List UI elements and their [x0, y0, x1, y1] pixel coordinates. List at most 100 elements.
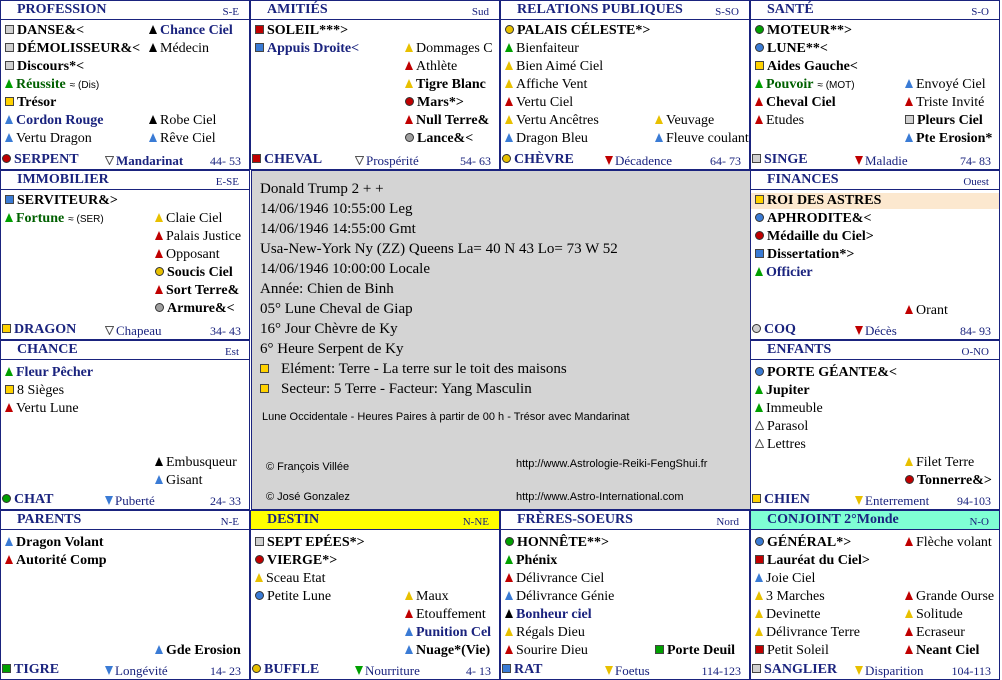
- star-item: Sourire Dieu: [505, 643, 588, 659]
- star-name: MOTEUR**>: [767, 23, 852, 38]
- triangle-icon: [405, 115, 413, 124]
- house-footer: TIGRE Longévité 14- 23: [1, 662, 249, 679]
- triangle-icon: [405, 591, 413, 600]
- star-name: Phénix: [516, 553, 558, 568]
- star-name: Petit Soleil: [767, 643, 829, 658]
- stage-name: Mandarinat: [116, 153, 184, 168]
- animal-name: RAT: [514, 662, 543, 677]
- star-item: GÉNÉRAL*>: [755, 535, 851, 551]
- star-name: Triste Invité: [916, 95, 985, 110]
- star-name: Sort Terre&: [166, 283, 240, 298]
- star-name: Autorité Comp: [16, 553, 107, 568]
- triangle-icon: [505, 627, 513, 636]
- house-parents: PARENTS N-E Dragon Volant Autorité Comp Gde …: [0, 510, 250, 680]
- down-triangle-icon: [855, 666, 863, 675]
- house-direction: Ouest: [963, 176, 989, 188]
- square-icon: [752, 494, 761, 503]
- star-name: Porte Deuil: [667, 643, 736, 658]
- triangle-icon: [755, 267, 763, 276]
- square-icon: [255, 43, 264, 52]
- star-name: Lettres: [767, 437, 806, 452]
- star-item: Petit Soleil: [755, 643, 829, 659]
- star-item: Jupiter: [755, 383, 810, 399]
- star-name: Délivrance Ciel: [516, 571, 605, 586]
- star-name: Pouvoir: [766, 77, 814, 92]
- stage-name: Foetus: [615, 663, 650, 678]
- star-name: Gde Erosion: [166, 643, 241, 658]
- star-item: Bienfaiteur: [505, 41, 579, 57]
- star-item: Fortune ≈ (SER): [5, 211, 104, 228]
- circle-icon: [502, 154, 511, 163]
- star-name: Embusqueur: [166, 455, 237, 470]
- house-footer: SERPENT Mandarinat 44- 53: [1, 152, 249, 169]
- stage-name: Décadence: [615, 153, 673, 168]
- circle-icon: [255, 591, 264, 600]
- house-footer: CHEVAL Prospérité 54- 63: [251, 152, 499, 169]
- house-header: CONJOINT 2°Monde N-O: [751, 511, 999, 530]
- star-item: Dissertation*>: [755, 247, 854, 263]
- star-name: Punition Cel: [416, 625, 492, 640]
- triangle-icon: [149, 43, 157, 52]
- down-triangle-icon: [105, 666, 113, 675]
- triangle-icon: [405, 645, 413, 654]
- triangle-icon: [505, 591, 513, 600]
- triangle-icon: [149, 25, 157, 34]
- circle-icon: [755, 231, 764, 240]
- star-name: Ecraseur: [916, 625, 965, 640]
- star-name: Soucis Ciel: [167, 265, 233, 280]
- house-footer: CHIEN Enterrement 94-103: [751, 492, 999, 509]
- star-item: Gde Erosion: [155, 643, 241, 659]
- secteur-text: Secteur: 5 Terre - Facteur: Yang Masculi…: [281, 381, 532, 397]
- star-item: Athlète: [405, 59, 457, 75]
- triangle-icon: [405, 609, 413, 618]
- age-range: 44- 53: [210, 154, 241, 168]
- star-name: Nuage*(Vie): [416, 643, 491, 658]
- triangle-icon: [755, 627, 763, 636]
- triangle-icon: [755, 591, 763, 600]
- star-name: Vertu Lune: [16, 401, 79, 416]
- square-icon: [252, 154, 261, 163]
- stage-label: Nourriture: [355, 663, 420, 679]
- star-name: Neant Ciel: [916, 643, 980, 658]
- stage-name: Maladie: [865, 153, 908, 168]
- triangle-icon: [149, 115, 157, 124]
- star-name: VIERGE*>: [267, 553, 338, 568]
- star-item: Etudes: [755, 113, 804, 129]
- house-enfants: ENFANTS O-NO PORTE GÉANTE&< Jupiter Immeuble…: [750, 340, 1000, 510]
- star-item: Discours*<: [5, 59, 84, 75]
- triangle-icon: [5, 367, 13, 376]
- star-item: Trésor: [5, 95, 56, 111]
- square-icon: [752, 664, 761, 673]
- animal-name: SANGLIER: [764, 662, 838, 677]
- stage-name: Disparition: [865, 663, 924, 678]
- star-item: PORTE GÉANTE&<: [755, 365, 897, 381]
- house-footer: DRAGON Chapeau 34- 43: [1, 322, 249, 339]
- star-item: Tonnerre&>: [905, 473, 992, 489]
- url-2[interactable]: http://www.Astro-International.com: [516, 491, 684, 503]
- secteur-line: Secteur: 5 Terre - Facteur: Yang Masculi…: [260, 381, 532, 398]
- animal-name: BUFFLE: [264, 662, 320, 677]
- house-chance: CHANCE Est Fleur Pêcher 8 Sièges Vertu Lune E…: [0, 340, 250, 510]
- triangle-icon: [155, 475, 163, 484]
- star-item: Délivrance Terre: [755, 625, 860, 641]
- star-item: LUNE**<: [755, 41, 828, 57]
- triangle-icon: [755, 573, 763, 582]
- triangle-icon: [149, 133, 157, 142]
- age-range: 54- 63: [460, 154, 491, 168]
- star-item: Phénix: [505, 553, 557, 569]
- house-amities: AMITIÉS Sud SOLEIL***> Appuis Droite< Dommag…: [250, 0, 500, 170]
- star-item: Aides Gauche<: [755, 59, 858, 75]
- star-item: Pleurs Ciel: [905, 113, 983, 129]
- triangle-icon: [5, 403, 13, 412]
- url-1[interactable]: http://www.Astrologie-Reiki-FengShui.fr: [516, 458, 707, 470]
- animal-label: SERPENT: [2, 152, 79, 168]
- triangle-icon: [505, 133, 513, 142]
- star-item: Null Terre&: [405, 113, 489, 129]
- house-finances: FINANCES Ouest ROI DES ASTRES APHRODITE&< Mé…: [750, 170, 1000, 340]
- star-item: Opposant: [155, 247, 220, 263]
- star-note: ≈ (SER): [68, 214, 104, 225]
- star-item: Punition Cel: [405, 625, 491, 641]
- down-triangle-icon: [855, 156, 863, 165]
- star-name: Vertu Ciel: [516, 95, 574, 110]
- star-name: Réussite: [16, 77, 66, 92]
